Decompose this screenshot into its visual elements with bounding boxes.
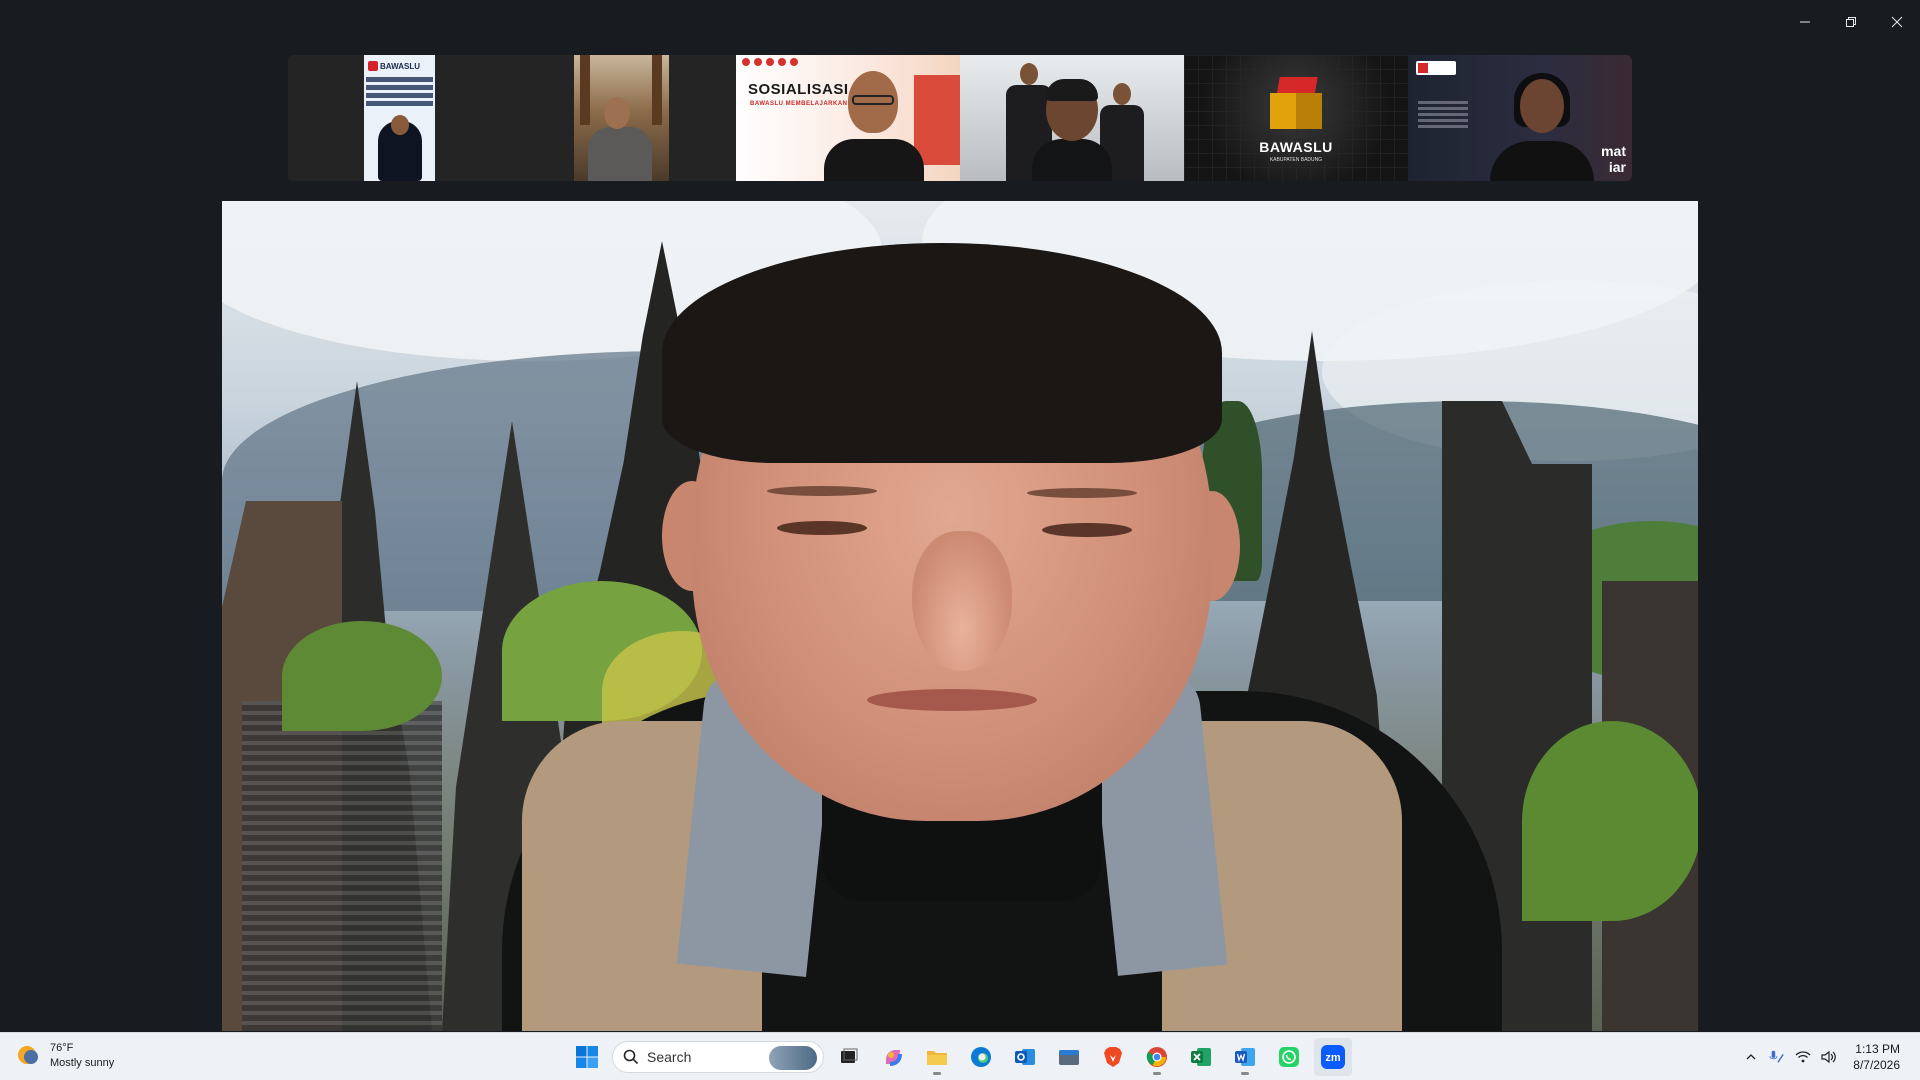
participant-tile-4[interactable] [960, 55, 1184, 181]
bawaslu-logo-icon [1270, 77, 1324, 131]
participant-video: BAWASLU [364, 55, 435, 181]
copilot-button[interactable] [874, 1038, 912, 1076]
restore-button[interactable] [1828, 0, 1874, 44]
weather-widget[interactable]: 76°F Mostly sunny [16, 1041, 114, 1071]
banner-title: SOSIALISASI [748, 81, 849, 98]
chevron-up-icon [1746, 1054, 1756, 1060]
volume-button[interactable] [1821, 1049, 1837, 1065]
edge-button[interactable] [962, 1038, 1000, 1076]
outlook-button[interactable] [1006, 1038, 1044, 1076]
pen-mic-icon [1769, 1050, 1785, 1063]
word-icon [1235, 1048, 1255, 1066]
edge-icon [971, 1047, 991, 1067]
clock-time: 1:13 PM [1855, 1042, 1900, 1056]
taskbar-apps: Search zm [568, 1038, 1352, 1076]
weather-condition: Mostly sunny [50, 1057, 115, 1069]
word-button[interactable] [1226, 1038, 1264, 1076]
wifi-icon [1795, 1051, 1811, 1063]
chrome-button[interactable] [1138, 1038, 1176, 1076]
task-view-button[interactable] [830, 1038, 868, 1076]
chrome-icon [1146, 1047, 1167, 1067]
excel-button[interactable] [1182, 1038, 1220, 1076]
bawaslu-logo-icon [368, 61, 378, 71]
participant-tile-5[interactable]: BAWASLU KABUPATEN BADUNG [1184, 55, 1408, 181]
close-button[interactable] [1874, 0, 1920, 44]
network-button[interactable] [1795, 1049, 1811, 1065]
files-app-button[interactable] [1050, 1038, 1088, 1076]
system-tray: 1:13 PM 8/7/2026 [1743, 1033, 1920, 1080]
outlook-icon [1015, 1049, 1035, 1065]
restore-icon [1846, 17, 1856, 27]
search-highlight-image [769, 1046, 817, 1070]
clock-date: 8/7/2026 [1853, 1058, 1900, 1072]
excel-icon [1191, 1048, 1211, 1066]
minimize-button[interactable] [1782, 0, 1828, 44]
whatsapp-icon [1279, 1047, 1299, 1067]
active-speaker-video[interactable] [222, 201, 1698, 1031]
participant-video [574, 55, 669, 181]
tile-brand: BAWASLU [1259, 139, 1333, 155]
minimize-icon [1800, 21, 1810, 23]
background-words: mat iar [1601, 143, 1626, 175]
window-controls [1782, 0, 1920, 44]
windows-logo-icon [576, 1046, 598, 1068]
search-icon [623, 1049, 639, 1065]
participant-gallery: BAWASLU SOSIALISASI BAWASLU MEMBELAJARKA… [288, 55, 1632, 181]
weather-temperature: 76°F [50, 1042, 74, 1054]
input-indicator-button[interactable] [1769, 1049, 1785, 1065]
taskbar-search[interactable]: Search [612, 1041, 824, 1073]
task-view-icon [841, 1048, 858, 1063]
participant-tile-1[interactable]: BAWASLU [288, 55, 512, 181]
participant-tile-3[interactable]: SOSIALISASI BAWASLU MEMBELAJARKAN [736, 55, 960, 181]
zoom-button[interactable]: zm [1314, 1038, 1352, 1076]
zoom-icon: zm [1321, 1045, 1345, 1069]
participant-tile-2[interactable] [512, 55, 736, 181]
participant-tile-6[interactable]: mat iar [1408, 55, 1632, 181]
brave-button[interactable] [1094, 1038, 1132, 1076]
file-explorer-button[interactable] [918, 1038, 956, 1076]
show-hidden-icons-button[interactable] [1743, 1049, 1759, 1065]
tile-brand-sub: KABUPATEN BADUNG [1269, 157, 1323, 163]
search-label: Search [647, 1049, 692, 1065]
banner-subtitle: BAWASLU MEMBELAJARKAN [750, 101, 848, 107]
partly-sunny-icon [16, 1044, 40, 1068]
brave-icon [1104, 1047, 1122, 1067]
poster-brand: BAWASLU [380, 61, 420, 71]
svg-text:zm: zm [1325, 1052, 1341, 1064]
speaker-icon [1821, 1050, 1837, 1064]
copilot-icon [886, 1050, 902, 1066]
whatsapp-button[interactable] [1270, 1038, 1308, 1076]
system-clock[interactable]: 1:13 PM 8/7/2026 [1853, 1041, 1900, 1073]
files-app-icon [1059, 1050, 1079, 1065]
close-icon [1891, 16, 1903, 28]
participant-video: SOSIALISASI BAWASLU MEMBELAJARKAN [736, 55, 960, 181]
start-button[interactable] [568, 1038, 606, 1076]
taskbar: 76°F Mostly sunny Search zm 1:13 PM 8/7/… [0, 1032, 1920, 1080]
bawaslu-logo-icon [1416, 61, 1456, 75]
folder-icon [927, 1051, 947, 1065]
